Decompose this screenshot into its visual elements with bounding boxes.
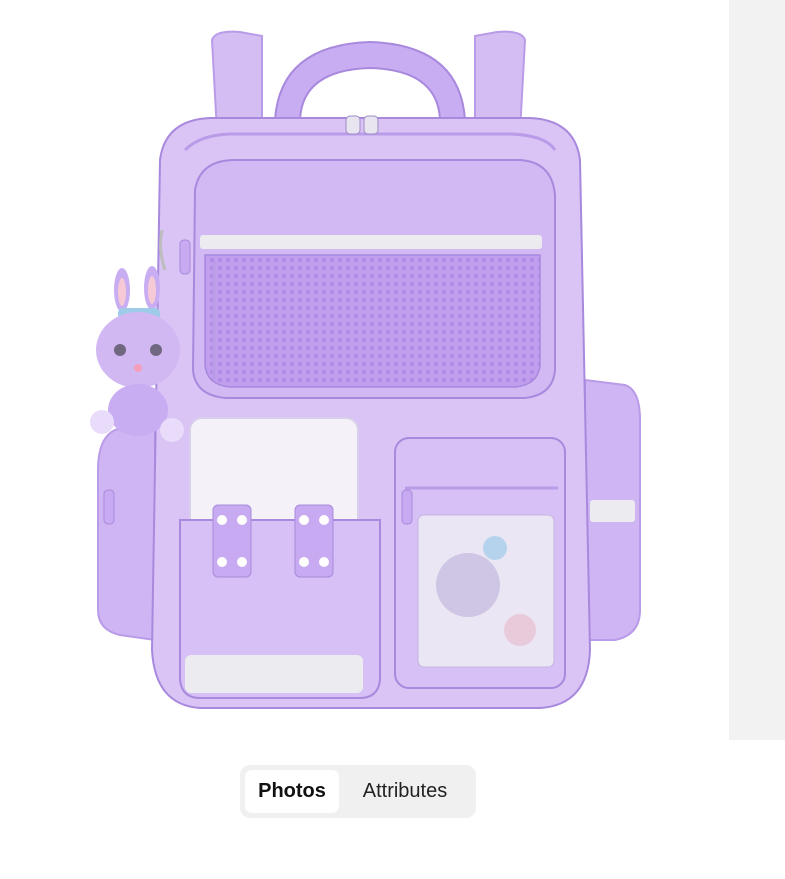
side-panel	[729, 0, 785, 740]
backpack-image	[90, 30, 641, 709]
product-gallery-page: Photos Attributes	[0, 0, 785, 879]
gallery-tab-group: Photos Attributes	[240, 765, 476, 818]
product-photo[interactable]	[0, 0, 729, 740]
tab-attributes[interactable]: Attributes	[339, 770, 471, 813]
tab-photos[interactable]: Photos	[245, 770, 339, 813]
